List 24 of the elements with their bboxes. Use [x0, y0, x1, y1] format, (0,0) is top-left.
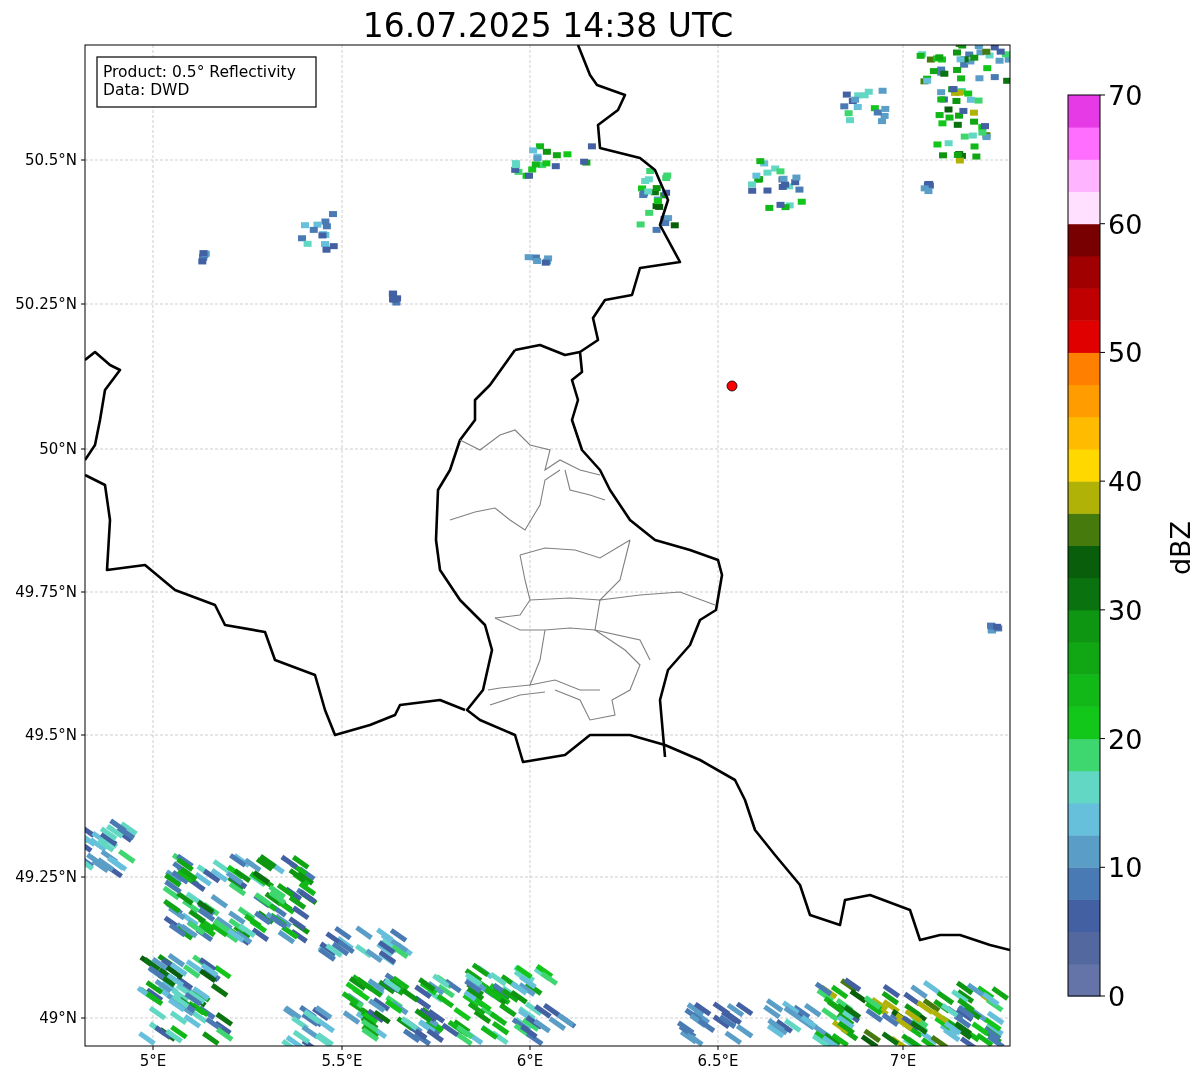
axis-tick-label: 6°E — [516, 1052, 544, 1070]
colorbar-tick-label: 70 — [1108, 80, 1143, 111]
colorbar-tick-label: 30 — [1108, 594, 1143, 626]
axis-tick-label: 49.75°N — [15, 583, 77, 601]
colorbar-tick-label: 60 — [1108, 208, 1143, 240]
colorbar-tick-label: 50 — [1108, 337, 1143, 369]
axis-tick-label: 6.5°E — [697, 1052, 739, 1070]
axis-tick-label: 5°E — [139, 1052, 167, 1070]
axis-tick-label: 49.25°N — [15, 868, 77, 886]
colorbar-tick-label: 0 — [1108, 981, 1126, 1012]
colorbar-tick-label: 20 — [1108, 723, 1143, 755]
axis-tick-label: 50°N — [39, 440, 77, 458]
axis-tick-label: 7°E — [889, 1052, 917, 1070]
chart-title: 16.07.2025 14:38 UTC — [362, 6, 734, 45]
colorbar-tick-label: 10 — [1108, 852, 1143, 884]
axis-tick-label: 50.5°N — [24, 151, 77, 169]
axis-tick-label: 49°N — [39, 1009, 77, 1027]
axis-tick-label: 5.5°E — [321, 1052, 363, 1070]
info-text: Product: 0.5° Reflectivity — [103, 63, 296, 81]
colorbar-label: dBZ — [1165, 520, 1196, 576]
info-text: Data: DWD — [103, 81, 190, 99]
colorbar-tick-label: 40 — [1108, 466, 1143, 498]
axis-tick-label: 49.5°N — [24, 726, 77, 744]
axis-tick-label: 50.25°N — [15, 295, 77, 313]
